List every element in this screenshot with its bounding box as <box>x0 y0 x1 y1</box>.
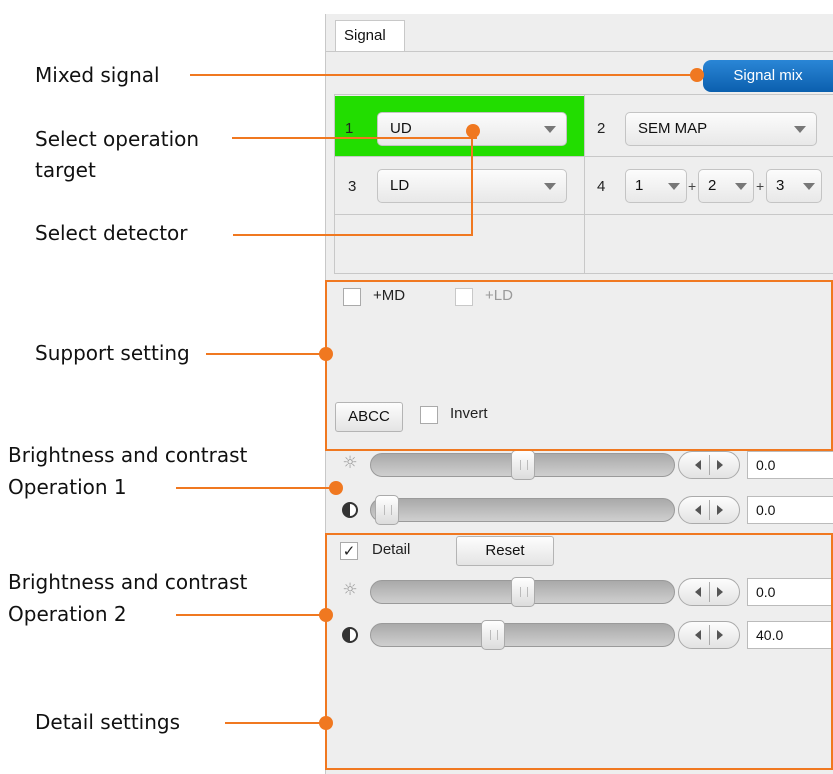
slot-number-2: 2 <box>597 120 606 137</box>
annotation-bc2-line2: Operation 2 <box>8 602 127 626</box>
annotation-line <box>176 487 334 489</box>
annotation-select-detector: Select detector <box>35 221 188 245</box>
slider-thumb[interactable] <box>511 450 535 480</box>
annotation-line <box>233 234 473 236</box>
contrast-value-1[interactable]: 0.0 <box>747 496 833 524</box>
plus-sign: + <box>756 178 765 194</box>
chevron-down-icon <box>794 126 806 133</box>
annotation-bc1-line1: Brightness and contrast <box>8 443 248 467</box>
annotation-bc2-line1: Brightness and contrast <box>8 570 248 594</box>
tab-divider <box>326 51 833 52</box>
annotation-line <box>190 74 695 76</box>
annotation-dot <box>466 124 480 138</box>
chevron-down-icon <box>544 183 556 190</box>
brightness-stepper-1[interactable] <box>678 451 740 479</box>
detail-settings-box <box>325 533 833 770</box>
dropdown-value: 1 <box>635 177 644 194</box>
slider-thumb[interactable] <box>375 495 399 525</box>
annotation-line <box>206 353 324 355</box>
annotation-dot <box>690 68 704 82</box>
slot-number-1: 1 <box>345 120 354 137</box>
signal-mix-button[interactable]: Signal mix <box>703 60 833 92</box>
slot-2-detector-dropdown[interactable]: SEM MAP <box>625 112 817 146</box>
annotation-bc1-line2: Operation 1 <box>8 475 127 499</box>
chevron-down-icon <box>803 183 815 190</box>
dropdown-value: UD <box>390 120 412 137</box>
annotation-line <box>471 131 473 235</box>
annotation-support-setting: Support setting <box>35 341 190 365</box>
slot-4-mix-dropdown-1[interactable]: 1 <box>625 169 687 203</box>
dropdown-value: 3 <box>776 177 785 194</box>
support-setting-box <box>325 280 833 451</box>
grid-line <box>584 94 585 274</box>
annotation-line <box>225 722 323 724</box>
contrast-slider-1[interactable] <box>370 495 675 525</box>
contrast-stepper-1[interactable] <box>678 496 740 524</box>
chevron-down-icon <box>668 183 680 190</box>
tab-signal[interactable]: Signal <box>335 20 405 52</box>
plus-sign: + <box>688 178 697 194</box>
slot-number-4: 4 <box>597 178 606 195</box>
slot-4-mix-dropdown-3[interactable]: 3 <box>766 169 822 203</box>
grid-line <box>334 214 833 215</box>
annotation-mixed-signal: Mixed signal <box>35 63 160 87</box>
annotation-dot <box>319 608 333 622</box>
annotation-select-target-2: target <box>35 158 96 182</box>
dropdown-value: LD <box>390 177 410 194</box>
annotation-select-target-1: Select operation <box>35 127 200 151</box>
annotation-detail-settings: Detail settings <box>35 710 181 734</box>
brightness-icon: ☼ <box>342 453 358 473</box>
annotation-dot <box>319 716 333 730</box>
contrast-icon <box>342 502 358 518</box>
grid-line <box>334 273 833 274</box>
annotation-line <box>176 614 324 616</box>
annotation-dot <box>319 347 333 361</box>
dropdown-value: SEM MAP <box>638 120 708 137</box>
brightness-slider-1[interactable] <box>370 450 675 480</box>
slot-number-3: 3 <box>348 178 357 195</box>
annotation-dot <box>329 481 343 495</box>
dropdown-value: 2 <box>708 177 717 194</box>
chevron-down-icon <box>735 183 747 190</box>
grid-line <box>334 156 833 157</box>
slot-4-mix-dropdown-2[interactable]: 2 <box>698 169 754 203</box>
brightness-value-1[interactable]: 0.0 <box>747 451 833 479</box>
chevron-down-icon <box>544 126 556 133</box>
annotation-line <box>232 137 477 139</box>
grid-line <box>334 94 335 274</box>
